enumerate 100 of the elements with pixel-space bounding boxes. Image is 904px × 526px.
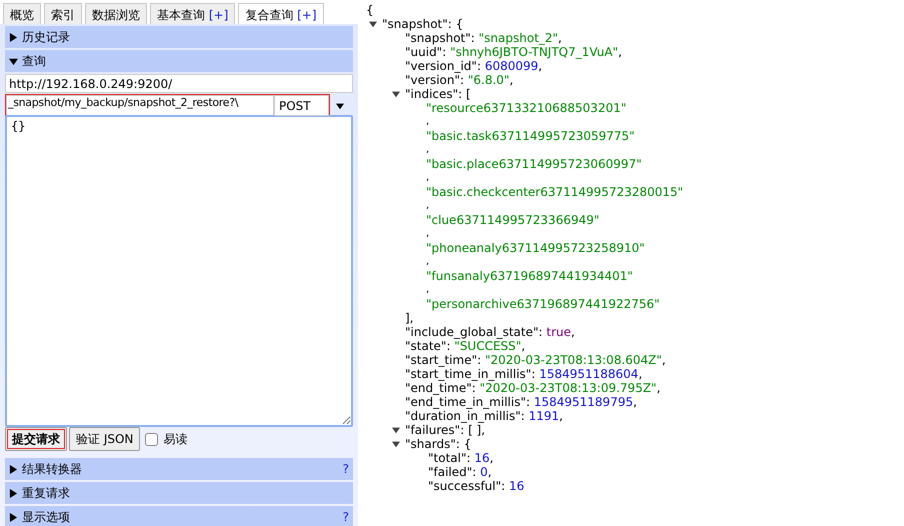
json-value: "shnyh6JBTO-TNJTQ7_1VuA": [450, 45, 618, 59]
json-value: true: [546, 325, 572, 339]
collapse-icon[interactable]: [392, 440, 400, 448]
comma: ,: [571, 325, 575, 339]
section-header[interactable]: 历史记录: [5, 26, 353, 48]
json-value: "basic.checkcenter637114995723280015": [426, 185, 684, 199]
json-key: "snapshot":: [405, 31, 479, 45]
json-key: "version":: [405, 73, 468, 87]
json-key: "state":: [405, 339, 454, 353]
comma: ,: [656, 381, 660, 395]
section-header[interactable]: 重复请求: [5, 482, 353, 504]
collapse-icon[interactable]: [392, 90, 400, 98]
comma: ,: [521, 339, 526, 353]
json-value: "resource637133210688503201": [426, 101, 626, 115]
json-bracket: [: [466, 87, 471, 101]
json-value: "basic.task637114995723059775": [426, 129, 635, 143]
json-key: "duration_in_millis":: [405, 409, 529, 423]
comma: ,: [426, 227, 430, 241]
path-field[interactable]: _snapshot/my_backup/snapshot_2_restore?\: [6, 95, 274, 116]
comma: ,: [426, 255, 430, 269]
comma: ,: [618, 45, 622, 59]
comma: ,: [559, 409, 563, 423]
json-value: "personarchive637196897441922756": [426, 297, 660, 311]
add-link[interactable]: [+]: [297, 8, 316, 22]
json-value: "SUCCESS": [454, 339, 522, 353]
json-value: 1584951188604: [539, 367, 638, 381]
json-value: "2020-03-23T08:13:09.795Z": [480, 381, 657, 395]
checkbox-label: 易读: [163, 430, 188, 448]
help-link[interactable]: ?: [342, 510, 349, 524]
section-header[interactable]: 查询: [5, 50, 353, 72]
json-value: 1584951189795: [534, 395, 634, 409]
tab[interactable]: 索引: [44, 3, 82, 24]
comma: ,: [426, 115, 430, 129]
json-key: "failed":: [428, 465, 480, 479]
json-bracket: {: [464, 437, 472, 451]
dropdown-icon[interactable]: [336, 102, 344, 110]
json-key: "start_time_in_millis":: [405, 367, 540, 381]
json-key: "end_time_in_millis":: [405, 395, 534, 409]
json-bracket: [ ],: [468, 423, 486, 437]
tab[interactable]: 概览: [3, 3, 41, 24]
comma: ,: [638, 367, 642, 381]
expand-icon[interactable]: [9, 488, 18, 498]
comma: ,: [426, 283, 430, 297]
comma: ,: [538, 59, 542, 73]
json-value: "snapshot_2": [478, 31, 558, 45]
comma: ,: [426, 199, 430, 213]
json-bracket: ],: [405, 311, 414, 325]
comma: ,: [426, 171, 430, 185]
json-key: "indices":: [405, 87, 466, 101]
json-value: "basic.place637114995723060997": [426, 157, 642, 171]
comma: ,: [490, 451, 494, 465]
tab[interactable]: 复合查询 [+]: [238, 3, 324, 24]
submit-button[interactable]: 提交请求: [5, 427, 67, 451]
comma: ,: [509, 73, 514, 87]
request-body-field[interactable]: {}: [5, 115, 353, 427]
json-key: "total":: [428, 451, 474, 465]
json-value: "phoneanaly637114995723258910": [426, 241, 645, 255]
section-header[interactable]: 显示选项 ?: [5, 506, 353, 526]
validate-button[interactable]: 验证 JSON: [69, 427, 140, 451]
checkbox[interactable]: [145, 432, 158, 446]
collapse-icon[interactable]: [392, 426, 400, 434]
json-key: "failures":: [405, 423, 468, 437]
json-bracket: {: [366, 3, 375, 17]
comma: ,: [426, 143, 430, 157]
comma: ,: [558, 31, 562, 45]
collapse-icon[interactable]: [369, 20, 377, 28]
tab[interactable]: 基本查询 [+]: [150, 3, 236, 24]
json-value: 16: [474, 451, 490, 465]
json-value: 1191: [528, 409, 560, 423]
json-key: "successful":: [428, 479, 509, 493]
json-value: "funsanaly637196897441934401": [426, 269, 633, 283]
tab[interactable]: 数据浏览: [85, 3, 147, 24]
json-value: 6080099: [484, 59, 538, 73]
json-key: "snapshot":: [382, 17, 456, 31]
section-title: 查询: [22, 52, 47, 70]
json-key: "end_time":: [405, 381, 480, 395]
add-link[interactable]: [+]: [208, 8, 228, 22]
url-field[interactable]: http://192.168.0.249:9200/: [5, 74, 353, 93]
section-title: 重复请求: [22, 484, 71, 502]
comma: ,: [662, 353, 666, 367]
comma: ,: [488, 465, 492, 479]
comma: ,: [633, 395, 637, 409]
json-key: "shards":: [405, 437, 464, 451]
json-value: "clue637114995723366949": [426, 213, 600, 227]
json-bracket: {: [456, 17, 464, 31]
json-key: "include_global_state":: [405, 325, 546, 339]
section-title: 结果转换器: [22, 460, 83, 478]
section-header[interactable]: 结果转换器 ?: [5, 458, 353, 480]
expand-icon[interactable]: [9, 32, 18, 42]
section-title: 历史记录: [22, 28, 71, 46]
json-key: "start_time":: [405, 353, 485, 367]
json-key: "uuid":: [405, 45, 450, 59]
json-value: 16: [509, 479, 524, 493]
json-value: 0: [480, 465, 488, 479]
help-link[interactable]: ?: [342, 462, 349, 476]
json-value: "6.8.0": [468, 73, 510, 87]
section-title: 显示选项: [22, 508, 71, 526]
expand-icon[interactable]: [9, 512, 18, 522]
json-value: "2020-03-23T08:13:08.604Z": [484, 353, 662, 367]
expand-icon[interactable]: [9, 464, 18, 474]
